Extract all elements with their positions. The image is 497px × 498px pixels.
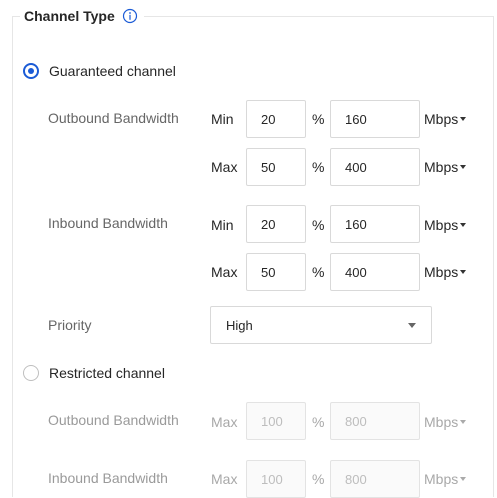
percent-sign: %	[312, 414, 325, 430]
chevron-down-icon	[408, 323, 416, 328]
percent-sign: %	[312, 159, 325, 175]
restricted-channel-radio[interactable]	[23, 365, 39, 381]
info-icon[interactable]	[122, 8, 138, 24]
inbound-bandwidth-label: Inbound Bandwidth	[48, 215, 168, 231]
priority-label: Priority	[48, 317, 92, 333]
inbound-min-label: Min	[211, 217, 234, 233]
guaranteed-channel-label: Guaranteed channel	[49, 63, 176, 79]
inbound-min-value-input[interactable]: 160	[330, 205, 420, 243]
restricted-inbound-max-value-input[interactable]: 800	[330, 460, 420, 498]
outbound-max-percent-input[interactable]: 50	[246, 148, 306, 186]
restricted-inbound-label: Inbound Bandwidth	[48, 470, 168, 486]
inbound-max-percent-input[interactable]: 50	[246, 253, 306, 291]
inbound-min-percent-input[interactable]: 20	[246, 205, 306, 243]
caret-down-icon	[460, 223, 467, 227]
percent-sign: %	[312, 217, 325, 233]
outbound-min-unit-dropdown[interactable]: Mbps	[424, 109, 467, 129]
guaranteed-channel-option[interactable]: Guaranteed channel	[23, 60, 176, 82]
caret-down-icon	[460, 270, 467, 274]
inbound-max-unit-dropdown[interactable]: Mbps	[424, 262, 467, 282]
restricted-outbound-max-value-input[interactable]: 800	[330, 402, 420, 440]
outbound-min-value-input[interactable]: 160	[330, 100, 420, 138]
restricted-inbound-max-label: Max	[211, 471, 238, 487]
restricted-channel-label: Restricted channel	[49, 365, 165, 381]
unit-label: Mbps	[424, 111, 459, 127]
restricted-inbound-max-percent-input[interactable]: 100	[246, 460, 306, 498]
inbound-max-label: Max	[211, 264, 238, 280]
unit-label: Mbps	[424, 159, 459, 175]
unit-label: Mbps	[424, 264, 459, 280]
caret-down-icon	[460, 420, 467, 424]
caret-down-icon	[460, 477, 467, 481]
unit-label: Mbps	[424, 217, 459, 233]
inbound-max-value-input[interactable]: 400	[330, 253, 420, 291]
caret-down-icon	[460, 117, 467, 121]
unit-label: Mbps	[424, 414, 459, 430]
outbound-max-unit-dropdown[interactable]: Mbps	[424, 157, 467, 177]
outbound-min-percent-input[interactable]: 20	[246, 100, 306, 138]
caret-down-icon	[460, 165, 467, 169]
percent-sign: %	[312, 471, 325, 487]
priority-value: High	[226, 317, 253, 333]
percent-sign: %	[312, 111, 325, 127]
section-title: Channel Type	[24, 8, 115, 24]
percent-sign: %	[312, 264, 325, 280]
restricted-channel-option[interactable]: Restricted channel	[23, 362, 165, 384]
restricted-outbound-max-percent-input[interactable]: 100	[246, 402, 306, 440]
outbound-min-label: Min	[211, 111, 234, 127]
restricted-inbound-unit-dropdown[interactable]: Mbps	[424, 469, 467, 489]
restricted-outbound-unit-dropdown[interactable]: Mbps	[424, 412, 467, 432]
restricted-outbound-label: Outbound Bandwidth	[48, 412, 179, 428]
unit-label: Mbps	[424, 471, 459, 487]
guaranteed-channel-radio[interactable]	[23, 63, 39, 79]
outbound-max-label: Max	[211, 159, 238, 175]
outbound-max-value-input[interactable]: 400	[330, 148, 420, 186]
channel-type-legend: Channel Type	[20, 6, 144, 26]
inbound-min-unit-dropdown[interactable]: Mbps	[424, 215, 467, 235]
priority-select[interactable]: High	[210, 306, 432, 344]
outbound-bandwidth-label: Outbound Bandwidth	[48, 110, 179, 126]
restricted-outbound-max-label: Max	[211, 414, 238, 430]
